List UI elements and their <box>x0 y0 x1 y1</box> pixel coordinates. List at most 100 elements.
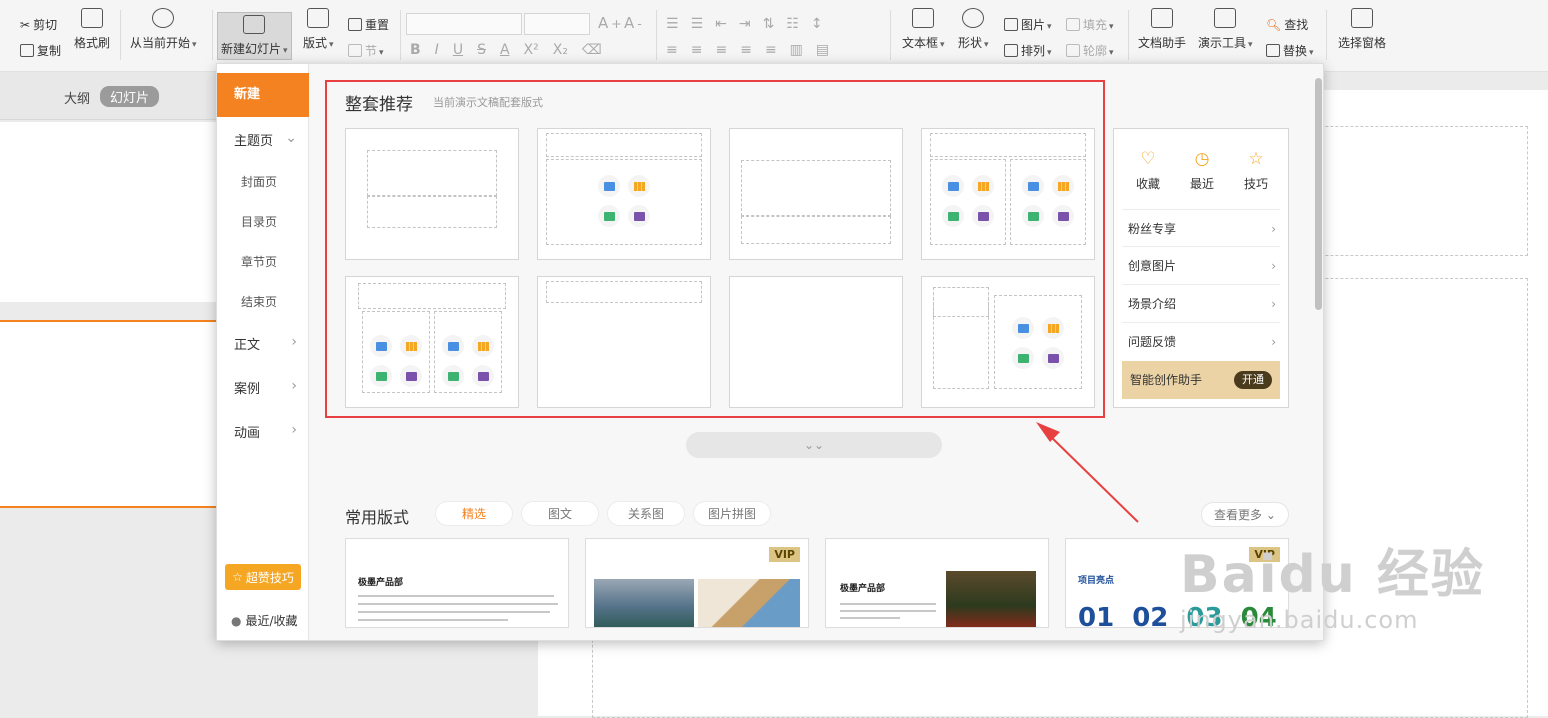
filter-tab-collage[interactable]: 图片拼图 <box>693 501 771 526</box>
layout-card[interactable] <box>345 276 519 408</box>
nav-end[interactable]: 结束页 <box>217 293 309 310</box>
picture-button[interactable]: 图片 <box>1004 16 1052 33</box>
eraser-icon[interactable]: ⌫ <box>582 42 602 58</box>
strikethrough-button[interactable]: S <box>477 42 486 58</box>
template-card[interactable]: VIP <box>585 538 809 628</box>
format-brush-button[interactable]: 格式刷 <box>74 8 110 51</box>
slide-thumbnail[interactable] <box>0 122 216 302</box>
recent-button[interactable]: ◷ 最近 <box>1182 149 1222 192</box>
nav-new[interactable]: 新建 <box>217 73 309 117</box>
slide-thumbnail-selected[interactable] <box>0 320 216 508</box>
expand-more-button[interactable]: ⌄⌄ <box>686 432 942 458</box>
find-button[interactable]: 🔍︎ 查找 <box>1266 16 1308 33</box>
tips-button[interactable]: ☆ 超赞技巧 <box>225 564 301 590</box>
align-center-icon[interactable]: ≡ <box>691 42 703 58</box>
section-button[interactable]: 节 <box>348 42 384 59</box>
bullet-list-icon[interactable]: ☰ <box>666 16 679 32</box>
side-link-images[interactable]: 创意图片 › <box>1122 247 1280 285</box>
skill-button[interactable]: ☆ 技巧 <box>1236 149 1276 192</box>
font-color-button[interactable]: A <box>500 42 510 58</box>
superscript-button[interactable]: X² <box>524 42 539 58</box>
popup-scrollbar[interactable] <box>1315 78 1322 310</box>
recent-fav-link[interactable]: ● 最近/收藏 <box>231 612 298 629</box>
underline-button[interactable]: U <box>453 42 463 58</box>
tab-outline[interactable]: 大纲 <box>64 88 90 107</box>
filter-tab-text-image[interactable]: 图文 <box>521 501 599 526</box>
fill-icon <box>1066 18 1080 31</box>
indent-icon[interactable]: ⇥ <box>739 16 751 32</box>
see-more-button[interactable]: 查看更多 ⌄ <box>1201 502 1289 527</box>
paragraph-group-bottom: ≡ ≡ ≡ ≡ ≡ ▥ ▤ <box>666 42 829 58</box>
side-link-feedback[interactable]: 问题反馈 › <box>1122 323 1280 361</box>
text-box-button[interactable]: 文本框 <box>902 8 945 51</box>
nav-cover[interactable]: 封面页 <box>217 173 309 190</box>
nav-animation[interactable]: 动画 › <box>217 422 309 441</box>
layout-card[interactable] <box>537 276 711 408</box>
bar-chart-icon <box>628 175 650 197</box>
from-current-button[interactable]: 从当前开始 <box>130 8 197 51</box>
layout-card[interactable] <box>537 128 711 260</box>
template-card[interactable]: 极墨产品部 <box>345 538 569 628</box>
reset-button[interactable]: 重置 <box>348 16 389 33</box>
number-list-icon[interactable]: ☰ <box>691 16 704 32</box>
nav-body[interactable]: 正文 › <box>217 334 309 353</box>
copy-button[interactable]: 复制 <box>20 42 61 59</box>
layout-card[interactable] <box>921 128 1095 260</box>
arrange-button[interactable]: 排列 <box>1004 42 1052 59</box>
outdent-icon[interactable]: ⇤ <box>715 16 727 32</box>
select-pane-button[interactable]: 选择窗格 <box>1338 8 1386 51</box>
distribute-icon[interactable]: ≡ <box>765 42 777 58</box>
open-button[interactable]: 开通 <box>1234 371 1272 389</box>
outline-button[interactable]: 轮廓 <box>1066 42 1114 59</box>
popup-content: 整套推荐 当前演示文稿配套版式 ♡ 收藏 ◷ 最近 ☆ 技巧 粉丝专享 › 创意图片 › … <box>309 64 1323 640</box>
align-text-icon[interactable]: ☷ <box>786 16 799 32</box>
subscript-button[interactable]: X₂ <box>553 42 568 58</box>
ai-assistant-banner[interactable]: 智能创作助手 开通 <box>1122 361 1280 399</box>
layout-button[interactable]: 版式 <box>303 8 334 51</box>
cut-button[interactable]: ✂ 剪切 <box>20 16 57 33</box>
present-tools-button[interactable]: 演示工具 <box>1198 8 1253 51</box>
font-shrink-button[interactable]: A- <box>624 14 642 32</box>
double-chevron-down-icon: ⌄⌄ <box>803 438 825 452</box>
align-left-icon[interactable]: ≡ <box>666 42 678 58</box>
layout-card[interactable] <box>729 276 903 408</box>
layout-card[interactable] <box>345 128 519 260</box>
align-right-icon[interactable]: ≡ <box>715 42 727 58</box>
doc-assistant-button[interactable]: 文档助手 <box>1138 8 1186 51</box>
new-slide-button[interactable]: 新建幻灯片 <box>217 12 292 60</box>
layout-card[interactable] <box>921 276 1095 408</box>
shape-button[interactable]: 形状 <box>958 8 989 51</box>
layout-card[interactable] <box>729 128 903 260</box>
side-link-scenes[interactable]: 场景介绍 › <box>1122 285 1280 323</box>
text-direction-icon[interactable]: ⇅ <box>763 16 775 32</box>
filter-tab-relation[interactable]: 关系图 <box>607 501 685 526</box>
font-size-select[interactable] <box>524 13 590 35</box>
replace-button[interactable]: 替换 <box>1266 42 1314 59</box>
nav-chapter[interactable]: 章节页 <box>217 253 309 270</box>
chevron-right-icon: › <box>1271 259 1276 273</box>
nav-case[interactable]: 案例 › <box>217 378 309 397</box>
common-layouts-title: 常用版式 <box>345 508 410 527</box>
chevron-right-icon: › <box>291 378 297 394</box>
arrange-icon <box>1004 44 1018 57</box>
line-spacing-icon[interactable]: ↕ <box>811 16 823 32</box>
side-link-fans[interactable]: 粉丝专享 › <box>1122 209 1280 247</box>
bold-button[interactable]: B <box>410 42 421 58</box>
nav-theme-page[interactable]: 主题页 ⌄ <box>217 130 309 149</box>
favorites-button[interactable]: ♡ 收藏 <box>1128 149 1168 192</box>
template-card[interactable]: 极墨产品部 <box>825 538 1049 628</box>
filter-tab-featured[interactable]: 精选 <box>435 501 513 526</box>
bar-chart-icon <box>1042 317 1064 339</box>
fill-button[interactable]: 填充 <box>1066 16 1114 33</box>
italic-button[interactable]: I <box>435 42 439 58</box>
image-icon <box>442 335 464 357</box>
tab-slides[interactable]: 幻灯片 <box>100 86 160 107</box>
font-grow-button[interactable]: A + <box>598 14 622 32</box>
justify-icon[interactable]: ≡ <box>740 42 752 58</box>
nav-toc[interactable]: 目录页 <box>217 213 309 230</box>
play-icon <box>152 8 175 28</box>
font-name-select[interactable] <box>406 13 522 35</box>
image-icon <box>1012 317 1034 339</box>
shading-icon[interactable]: ▤ <box>816 42 829 58</box>
columns-icon[interactable]: ▥ <box>790 42 803 58</box>
